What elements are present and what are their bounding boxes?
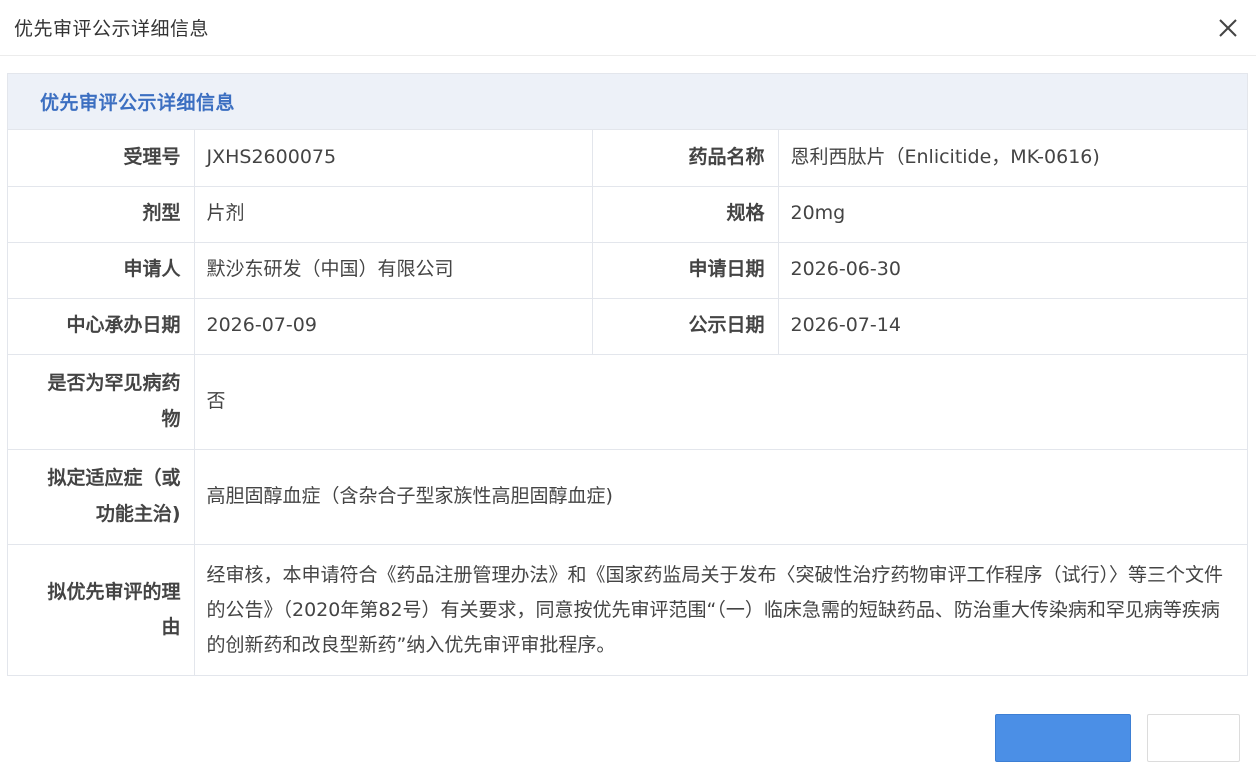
applicant-value: 默沙东研发（中国）有限公司: [193, 241, 593, 299]
drug-name-value: 恩利西肽片（Enlicitide，MK-0616): [777, 130, 1247, 187]
dialog-title: 优先审评公示详细信息: [14, 18, 210, 40]
dialog-header: 优先审评公示详细信息: [0, 0, 1256, 56]
info-panel: 优先审评公示详细信息 受理号 JXHS2600075 药品名称 恩利西肽片（En…: [7, 73, 1248, 676]
indication-value: 高胆固醇血症（含杂合子型家族性高胆固醇血症): [193, 448, 1247, 545]
info-table: 受理号 JXHS2600075 药品名称 恩利西肽片（Enlicitide，MK…: [8, 130, 1247, 676]
confirm-button[interactable]: [995, 714, 1131, 762]
publication-date-label: 公示日期: [591, 297, 779, 355]
table-row: 受理号 JXHS2600075 药品名称 恩利西肽片（Enlicitide，MK…: [8, 130, 1247, 187]
table-row: 申请人 默沙东研发（中国）有限公司 申请日期 2026-06-30: [8, 241, 1247, 299]
table-row: 拟定适应症（或功能主治) 高胆固醇血症（含杂合子型家族性高胆固醇血症): [8, 448, 1247, 545]
drug-name-label: 药品名称: [591, 130, 779, 187]
detail-dialog: 优先审评公示详细信息 优先审评公示详细信息 受理号 JXHS2600075 药品…: [0, 0, 1256, 772]
footer-buttons: [995, 714, 1240, 762]
applicant-label: 申请人: [8, 241, 195, 299]
center-handling-date-label: 中心承办日期: [8, 297, 195, 355]
rare-disease-value: 否: [193, 353, 1247, 450]
application-date-label: 申请日期: [591, 241, 779, 299]
dosage-form-value: 片剂: [193, 185, 593, 243]
acceptance-number-label: 受理号: [8, 130, 195, 187]
close-button[interactable]: [1210, 10, 1246, 46]
publication-date-value: 2026-07-14: [777, 297, 1247, 355]
application-date-value: 2026-06-30: [777, 241, 1247, 299]
close-icon: [1219, 19, 1237, 37]
table-row: 是否为罕见病药物 否: [8, 353, 1247, 450]
acceptance-number-value: JXHS2600075: [193, 130, 593, 187]
panel-title: 优先审评公示详细信息: [40, 92, 236, 114]
priority-reason-value: 经审核，本申请符合《药品注册管理办法》和《国家药监局关于发布〈突破性治疗药物审评…: [193, 543, 1247, 676]
table-row: 剂型 片剂 规格 20mg: [8, 185, 1247, 243]
table-row: 拟优先审评的理由 经审核，本申请符合《药品注册管理办法》和《国家药监局关于发布〈…: [8, 543, 1247, 676]
rare-disease-label: 是否为罕见病药物: [8, 353, 195, 450]
dosage-form-label: 剂型: [8, 185, 195, 243]
specification-value: 20mg: [777, 185, 1247, 243]
specification-label: 规格: [591, 185, 779, 243]
panel-header: 优先审评公示详细信息: [8, 74, 1247, 130]
indication-label: 拟定适应症（或功能主治): [8, 448, 195, 545]
table-row: 中心承办日期 2026-07-09 公示日期 2026-07-14: [8, 297, 1247, 355]
cancel-button[interactable]: [1147, 714, 1240, 762]
center-handling-date-value: 2026-07-09: [193, 297, 593, 355]
priority-reason-label: 拟优先审评的理由: [8, 543, 195, 676]
